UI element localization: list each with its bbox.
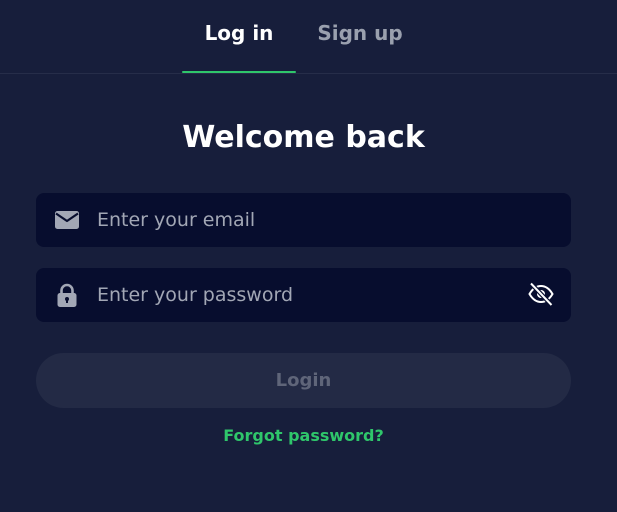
tab-login[interactable]: Log in xyxy=(182,20,296,46)
envelope-icon xyxy=(54,207,80,233)
eye-off-icon[interactable] xyxy=(527,280,555,308)
active-tab-indicator xyxy=(182,71,296,73)
page-title: Welcome back xyxy=(182,120,425,155)
password-input[interactable] xyxy=(97,268,517,322)
email-field-container xyxy=(36,193,571,247)
password-field-container xyxy=(36,268,571,322)
lock-icon xyxy=(54,282,80,308)
login-button[interactable]: Login xyxy=(36,353,571,408)
email-input[interactable] xyxy=(97,193,517,247)
tab-signup[interactable]: Sign up xyxy=(310,20,410,46)
auth-tabs: Log in Sign up xyxy=(0,0,617,74)
forgot-password-link[interactable]: Forgot password? xyxy=(0,425,607,447)
